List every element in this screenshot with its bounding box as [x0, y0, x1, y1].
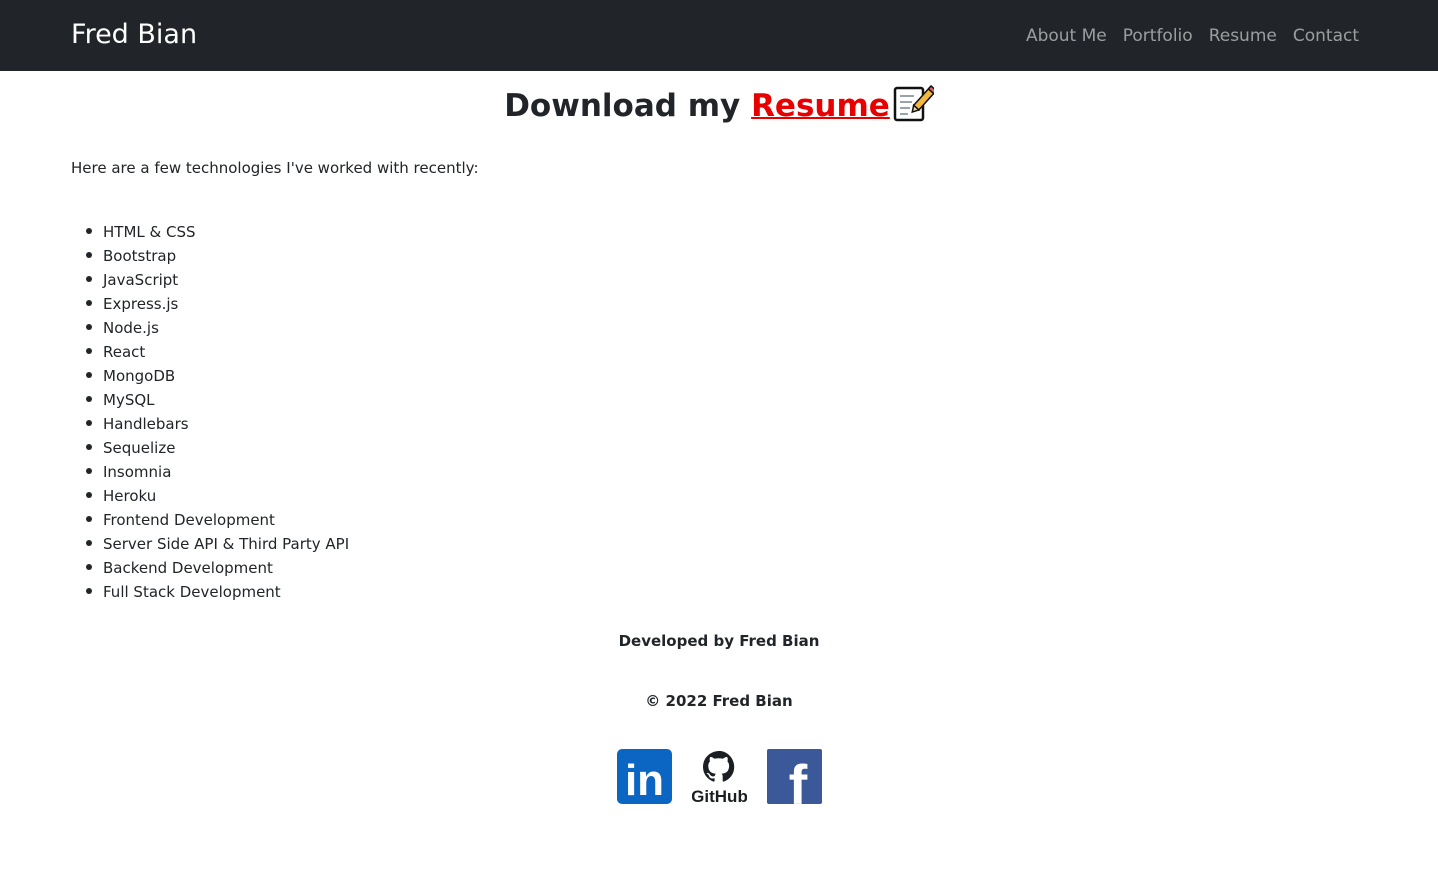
list-item: React: [85, 340, 349, 364]
list-item: Handlebars: [85, 412, 349, 436]
list-item: Sequelize: [85, 436, 349, 460]
facebook-icon: f: [767, 749, 822, 804]
developed-by-text: Developed by Fred Bian: [618, 632, 820, 650]
list-item: Insomnia: [85, 460, 349, 484]
nav-about-me[interactable]: About Me: [1026, 23, 1107, 49]
nav-resume[interactable]: Resume: [1209, 23, 1277, 49]
resume-download-link[interactable]: Resume: [751, 84, 938, 124]
copyright-text: © 2022 Fred Bian: [645, 692, 793, 710]
social-links: in GitHub f: [617, 749, 822, 804]
list-item: Node.js: [85, 316, 349, 340]
list-item: Full Stack Development: [85, 580, 349, 604]
nav-portfolio[interactable]: Portfolio: [1123, 23, 1193, 49]
github-link[interactable]: GitHub: [692, 749, 747, 804]
intro-text: Here are a few technologies I've worked …: [71, 159, 479, 177]
list-item: HTML & CSS: [85, 220, 349, 244]
download-heading: Download my Resume: [0, 84, 1438, 126]
list-item: Express.js: [85, 292, 349, 316]
list-item: MongoDB: [85, 364, 349, 388]
github-icon: GitHub: [692, 751, 747, 804]
github-label: GitHub: [692, 787, 747, 804]
nav-contact[interactable]: Contact: [1293, 23, 1359, 49]
brand-link[interactable]: Fred Bian: [71, 17, 197, 53]
list-item: JavaScript: [85, 268, 349, 292]
list-item: Frontend Development: [85, 508, 349, 532]
list-item: Server Side API & Third Party API: [85, 532, 349, 556]
linkedin-label: in: [625, 756, 664, 804]
list-item: MySQL: [85, 388, 349, 412]
nav-links: About Me Portfolio Resume Contact: [1026, 23, 1359, 49]
linkedin-icon: in: [617, 749, 672, 804]
list-item: Heroku: [85, 484, 349, 508]
linkedin-link[interactable]: in: [617, 749, 672, 804]
navbar: Fred Bian About Me Portfolio Resume Cont…: [0, 0, 1438, 71]
list-item: Bootstrap: [85, 244, 349, 268]
memo-icon: [892, 84, 938, 124]
list-item: Backend Development: [85, 556, 349, 580]
resume-link-label: Resume: [751, 88, 890, 124]
facebook-link[interactable]: f: [767, 749, 822, 804]
download-prefix: Download my: [504, 88, 752, 124]
facebook-label: f: [789, 753, 808, 804]
technology-list: HTML & CSS Bootstrap JavaScript Express.…: [85, 220, 349, 604]
